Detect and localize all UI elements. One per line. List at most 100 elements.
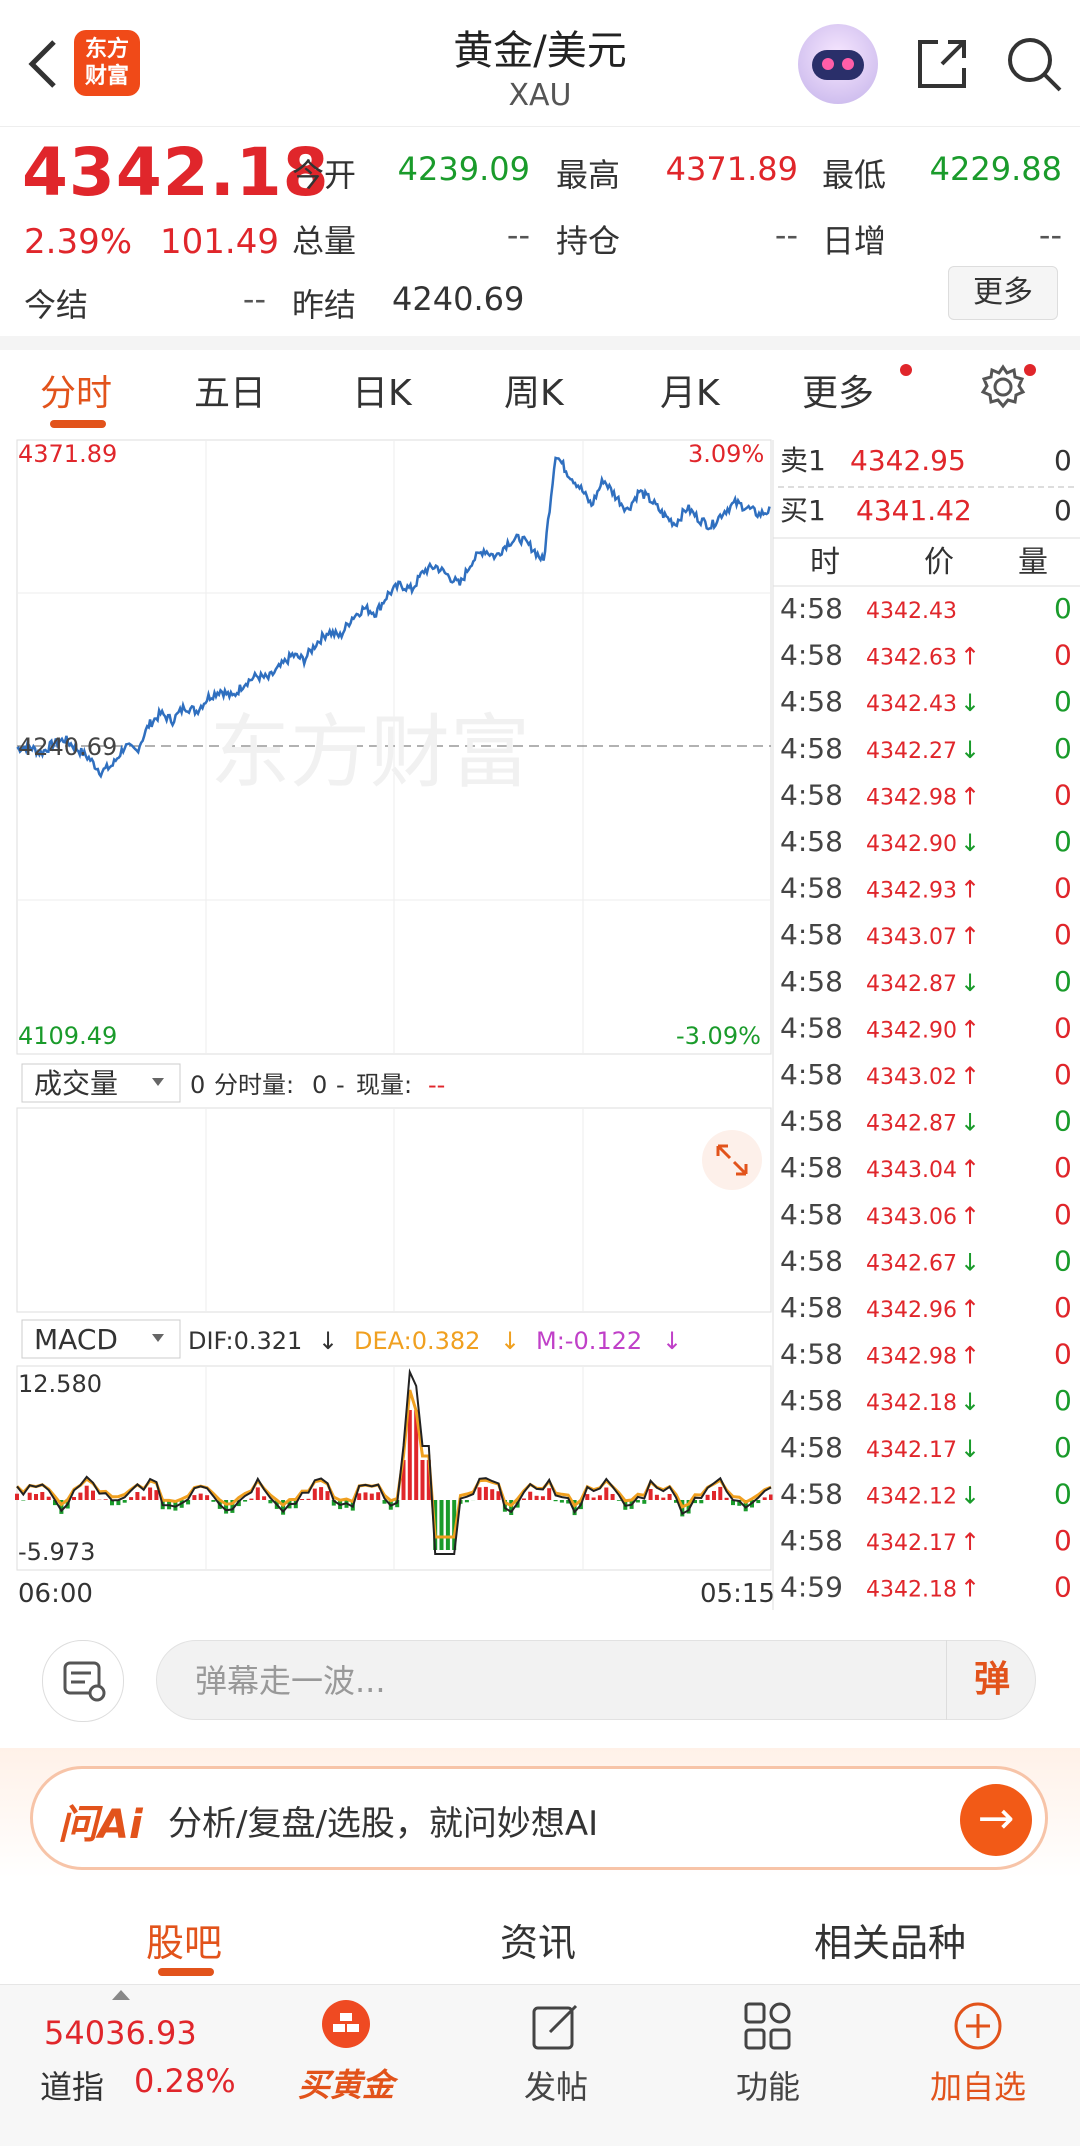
low-label: 最低 <box>822 150 886 196</box>
tick-direction-arrow: ↑ <box>960 1202 980 1230</box>
macd-bar <box>725 1498 729 1500</box>
search-icon[interactable] <box>1004 34 1064 94</box>
tick-volume: 0 <box>1054 872 1072 905</box>
macd-bar <box>661 1498 665 1500</box>
add-watchlist-icon[interactable] <box>952 2000 1004 2052</box>
macd-bar <box>135 1492 139 1500</box>
tick-direction-arrow: ↓ <box>960 829 980 857</box>
low-value: 4229.88 <box>900 150 1062 188</box>
macd-bar <box>547 1488 551 1500</box>
tick-direction-arrow: ↑ <box>960 1342 980 1370</box>
macd-m-arrow: ↓ <box>662 1327 682 1355</box>
gold-bars-icon[interactable] <box>322 2000 370 2048</box>
tick-price: 4342.12 <box>866 1484 957 1509</box>
tick-direction-arrow: ↑ <box>960 782 980 810</box>
tick-direction-arrow: ↑ <box>960 1015 980 1043</box>
macd-dif: DIF:0.321 <box>188 1327 302 1355</box>
back-arrow-icon[interactable] <box>22 36 66 92</box>
tick-volume: 0 <box>1054 1431 1072 1464</box>
tick-volume: 0 <box>1054 1105 1072 1138</box>
macd-bar <box>756 1500 760 1503</box>
ai-go-arrow-icon[interactable]: → <box>960 1784 1032 1856</box>
intraday-chart[interactable]: 东方财富 4371.89 4109.49 4240.69 3.09% -3.09… <box>0 436 1080 1610</box>
tick-time: 4:58 <box>780 639 843 672</box>
macd-bar <box>554 1500 558 1501</box>
tick-price: 4342.43 <box>866 692 957 717</box>
tick-time: 4:58 <box>780 732 843 765</box>
danmu-settings-icon[interactable] <box>42 1640 124 1722</box>
bid1-volume: 0 <box>1054 494 1072 527</box>
y-axis-min: 4109.49 <box>18 1022 117 1050</box>
macd-bar <box>446 1500 450 1550</box>
add-watchlist-button[interactable]: 加自选 <box>908 2062 1048 2108</box>
bid1-price: 4341.42 <box>856 494 972 527</box>
tab-news[interactable]: 资讯 <box>500 1912 576 1967</box>
tick-price: 4342.17 <box>866 1531 957 1556</box>
macd-bar <box>47 1497 51 1500</box>
tick-direction-arrow: ↑ <box>960 1528 980 1556</box>
functions-button[interactable]: 功能 <box>698 2062 838 2108</box>
tick-time: 4:58 <box>780 1431 843 1464</box>
post-edit-icon[interactable] <box>530 2000 582 2052</box>
danmu-send-button[interactable]: 弹 <box>946 1640 1037 1720</box>
open-label: 今开 <box>292 150 356 196</box>
tick-volume: 0 <box>1054 918 1072 951</box>
volume-value: -- <box>380 216 530 254</box>
tick-time: 4:58 <box>780 825 843 858</box>
macd-axis-min: -5.973 <box>18 1538 95 1566</box>
tab-related[interactable]: 相关品种 <box>814 1912 966 1967</box>
macd-bar <box>40 1492 44 1500</box>
macd-bar <box>85 1486 89 1500</box>
macd-bar <box>28 1493 32 1500</box>
macd-bar <box>78 1493 82 1500</box>
buy-gold-button[interactable]: 买黄金 <box>276 2060 416 2106</box>
tick-list[interactable]: 4:584342.4304:584342.63↑04:584342.43↓04:… <box>780 592 1072 1604</box>
macd-bar <box>199 1494 203 1500</box>
volume-info-label: 分时量: <box>214 1071 294 1099</box>
post-button[interactable]: 发帖 <box>486 2062 626 2108</box>
tick-price: 4342.18 <box>866 1391 957 1416</box>
tick-price: 4342.17 <box>866 1438 957 1463</box>
tick-price: 4342.27 <box>866 739 957 764</box>
tick-time: 4:58 <box>780 918 843 951</box>
tab-monthly-k[interactable]: 月K <box>660 364 720 416</box>
share-icon[interactable] <box>912 34 972 94</box>
pct-axis-min: -3.09% <box>676 1022 761 1050</box>
tick-direction-arrow: ↑ <box>960 1575 980 1603</box>
index-value[interactable]: 54036.93 <box>44 2014 197 2052</box>
tab-weekly-k[interactable]: 周K <box>504 364 564 416</box>
macd-bar <box>706 1495 710 1500</box>
macd-bar <box>528 1492 532 1500</box>
tab-more[interactable]: 更多 <box>802 364 874 416</box>
ask1-volume: 0 <box>1054 444 1072 477</box>
danmu-input[interactable]: 弹幕走一波... <box>156 1640 1036 1720</box>
tab-daily-k[interactable]: 日K <box>352 364 412 416</box>
macd-bar <box>21 1500 25 1501</box>
volume-info-value-2: 0 <box>312 1071 327 1099</box>
expand-icon[interactable] <box>702 1130 762 1190</box>
macd-bar <box>763 1497 767 1500</box>
macd-bar <box>592 1498 596 1501</box>
position-value: -- <box>640 216 798 254</box>
bottom-tab-indicator <box>158 1968 214 1976</box>
quote-more-button[interactable]: 更多 <box>948 266 1058 320</box>
macd-bar <box>357 1493 361 1500</box>
high-label: 最高 <box>556 150 620 196</box>
ai-robot-icon[interactable] <box>798 24 878 104</box>
macd-bar <box>256 1487 260 1500</box>
tick-volume: 0 <box>1054 1571 1072 1604</box>
settings-gear-icon[interactable] <box>980 364 1026 410</box>
macd-bar <box>712 1491 716 1500</box>
tick-time: 4:58 <box>780 1384 843 1417</box>
volume-info-sep: - <box>336 1071 345 1099</box>
high-value: 4371.89 <box>640 150 798 188</box>
current-volume-label: 现量: <box>356 1071 412 1099</box>
tab-intraday[interactable]: 分时 <box>40 364 112 416</box>
macd-bar <box>649 1489 653 1500</box>
tab-five-day[interactable]: 五日 <box>194 364 266 416</box>
open-value: 4239.09 <box>380 150 530 188</box>
functions-grid-icon[interactable] <box>742 2000 794 2052</box>
macd-bar <box>262 1496 266 1500</box>
tick-volume: 0 <box>1054 1291 1072 1324</box>
tab-forum[interactable]: 股吧 <box>146 1912 222 1967</box>
